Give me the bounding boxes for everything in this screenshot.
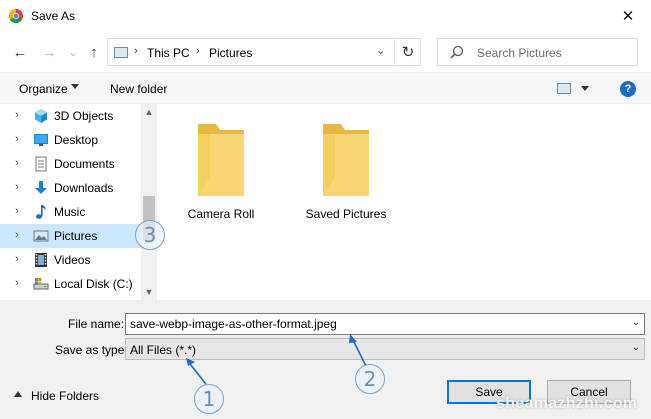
sidebar-item-label: Documents — [54, 157, 115, 171]
sidebar-item-label: Downloads — [54, 181, 114, 195]
sidebar-item-local-disk[interactable]: › Local Disk (C:) — [0, 272, 141, 296]
back-button[interactable]: ← — [10, 42, 30, 62]
address-bar[interactable]: › This PC › Pictures ⌄ ↻ — [107, 38, 421, 66]
save-as-type-value: All Files (*.*) — [130, 343, 197, 357]
pictures-icon — [33, 230, 49, 242]
3d-objects-icon — [35, 109, 47, 123]
chevron-down-icon: ⌄ — [68, 46, 78, 59]
callout-3: 3 — [135, 220, 165, 250]
window-title: Save As — [31, 9, 76, 23]
search-box[interactable]: Search Pictures — [437, 38, 638, 66]
hide-folders-button[interactable]: Hide Folders — [14, 389, 99, 403]
folder-camera-roll[interactable]: Camera Roll — [173, 104, 263, 221]
expand-icon[interactable]: › — [15, 253, 19, 265]
file-name-input[interactable] — [130, 316, 620, 332]
watermark: sheamazhzhi.com — [496, 395, 638, 412]
sidebar-item-documents[interactable]: › Documents — [0, 152, 141, 176]
callout-1: 1 — [194, 384, 224, 414]
file-name-field[interactable]: ⌄ — [125, 313, 645, 335]
save-as-type-select[interactable]: All Files (*.*) ⌄ — [125, 338, 645, 360]
up-button[interactable]: ↑ — [84, 42, 104, 62]
address-dropdown-icon[interactable]: ⌄ — [376, 44, 385, 57]
help-icon[interactable]: ? — [620, 81, 636, 97]
expand-icon[interactable]: › — [15, 229, 19, 241]
chevron-down-icon[interactable]: ⌄ — [632, 317, 640, 328]
breadcrumb-chevron-icon: › — [134, 45, 138, 57]
organize-button[interactable]: Organize — [19, 82, 68, 96]
folder-icon — [323, 124, 369, 196]
folder-label: Saved Pictures — [305, 207, 387, 221]
search-placeholder: Search Pictures — [477, 46, 562, 60]
expand-icon[interactable]: › — [15, 181, 19, 193]
drive-icon — [33, 278, 49, 290]
music-icon — [36, 205, 46, 219]
expand-icon[interactable]: › — [15, 205, 19, 217]
sidebar-item-pictures[interactable]: › Pictures — [0, 224, 141, 248]
sidebar-item-label: Desktop — [54, 133, 99, 147]
videos-icon — [35, 253, 47, 267]
organize-caret-icon[interactable] — [71, 84, 79, 89]
search-icon — [450, 45, 464, 59]
callout-2: 2 — [355, 364, 385, 394]
refresh-icon: ↻ — [401, 44, 415, 61]
pictures-location-icon — [114, 47, 128, 58]
documents-icon — [35, 156, 47, 172]
file-list: Camera Roll Saved Pictures — [158, 104, 651, 300]
sidebar-item-downloads[interactable]: › Downloads — [0, 176, 141, 200]
hide-folders-label: Hide Folders — [31, 389, 100, 403]
command-bar: Organize New folder ? — [0, 72, 651, 104]
breadcrumb-this-pc[interactable]: This PC — [147, 46, 190, 60]
folder-icon — [198, 124, 244, 196]
navigation-bar: ← → ⌄ ↑ › This PC › Pictures ⌄ ↻ Search … — [0, 32, 651, 70]
view-options-caret-icon[interactable] — [581, 86, 589, 91]
expand-icon[interactable]: › — [15, 133, 19, 145]
chevron-down-icon: ⌄ — [631, 342, 640, 353]
folder-label: Camera Roll — [187, 207, 255, 221]
sidebar-item-label: Music — [54, 205, 86, 219]
expand-icon[interactable]: › — [15, 277, 19, 289]
forward-button[interactable]: → — [39, 42, 59, 62]
sidebar-item-3d-objects[interactable]: › 3D Objects — [0, 104, 141, 128]
expand-icon[interactable]: › — [15, 109, 19, 121]
downloads-icon — [35, 181, 47, 194]
expand-icon[interactable]: › — [15, 157, 19, 169]
new-folder-button[interactable]: New folder — [110, 82, 167, 96]
sidebar-item-music[interactable]: › Music — [0, 200, 141, 224]
sidebar-item-label: Pictures — [54, 229, 98, 243]
up-arrow-icon: ↑ — [90, 43, 98, 61]
back-arrow-icon: ← — [12, 43, 28, 61]
navigation-scrollbar[interactable]: ▲ ▼ — [141, 104, 157, 300]
close-button[interactable]: ✕ — [605, 0, 651, 32]
file-name-label: File name: — [68, 317, 125, 331]
sidebar-item-label: Local Disk (C:) — [54, 277, 133, 291]
breadcrumb-pictures[interactable]: Pictures — [209, 46, 252, 60]
scroll-down-icon[interactable]: ▼ — [141, 284, 157, 300]
sidebar-item-label: 3D Objects — [54, 109, 114, 123]
forward-arrow-icon: → — [41, 43, 57, 61]
refresh-button[interactable]: ↻ — [394, 39, 421, 65]
recent-locations-button[interactable]: ⌄ — [63, 42, 83, 62]
change-view-icon[interactable] — [557, 83, 571, 94]
navigation-pane: › 3D Objects › Desktop › Documents › Dow… — [0, 104, 157, 300]
scroll-up-icon[interactable]: ▲ — [141, 104, 157, 120]
close-icon: ✕ — [621, 8, 635, 25]
sidebar-item-desktop[interactable]: › Desktop — [0, 128, 141, 152]
desktop-icon — [34, 134, 48, 146]
folder-saved-pictures[interactable]: Saved Pictures — [298, 104, 388, 221]
breadcrumb-chevron-icon: › — [196, 45, 200, 57]
save-as-type-label: Save as type: — [55, 343, 128, 357]
sidebar-item-videos[interactable]: › Videos — [0, 248, 141, 272]
chrome-icon — [9, 9, 23, 23]
sidebar-item-label: Videos — [54, 253, 91, 267]
title-bar: Save As ✕ — [0, 0, 651, 32]
